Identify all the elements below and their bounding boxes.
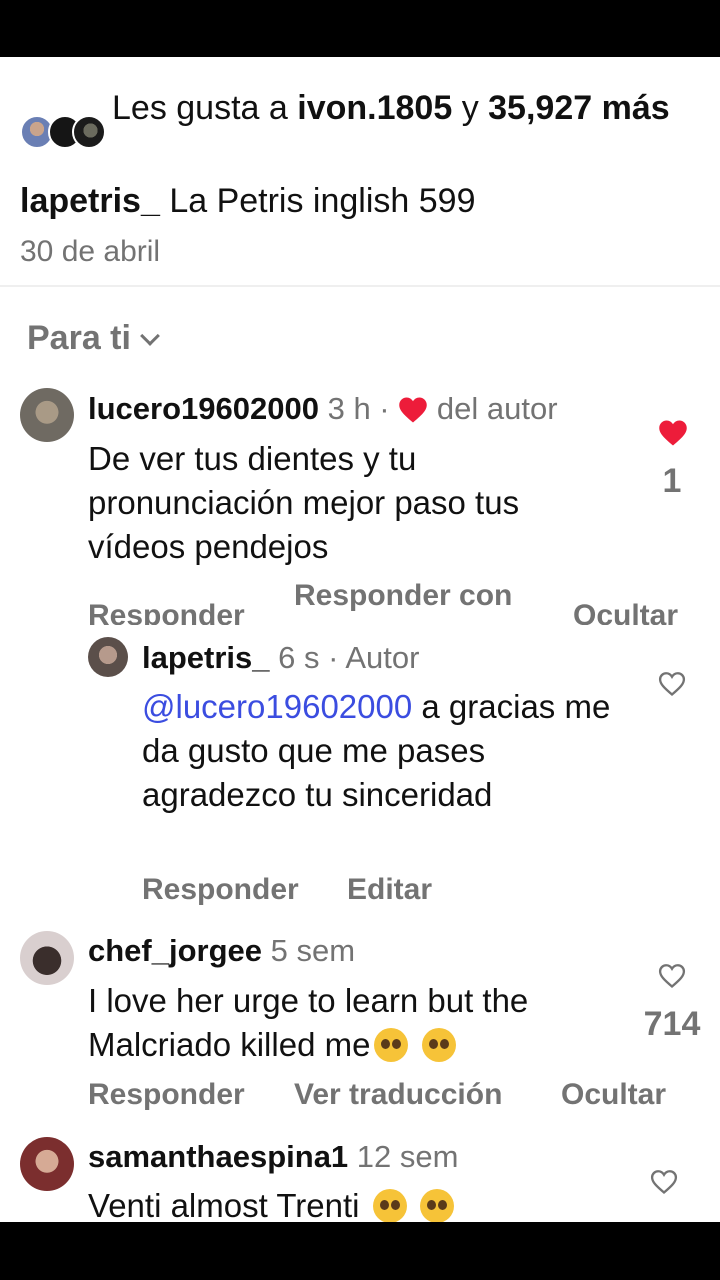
crying-emoji-icon (421, 1028, 456, 1062)
avatar[interactable] (88, 637, 128, 677)
reply-button[interactable]: Responder (88, 599, 245, 625)
likes-text: Les gusta a ivon.1805 y 35,927 más (112, 89, 670, 127)
comment-username[interactable]: lucero19602000 (88, 391, 319, 426)
edit-button[interactable]: Editar (347, 873, 432, 907)
comment-time: 5 sem (270, 933, 356, 968)
comment-text: Venti almost Trenti (88, 1184, 628, 1222)
hide-button[interactable]: Ocultar (573, 599, 678, 625)
comment-header: chef_jorgee 5 sem (88, 932, 355, 970)
liker-username[interactable]: ivon.1805 (297, 89, 452, 127)
reply-button[interactable]: Responder (88, 1078, 245, 1112)
avatar[interactable] (20, 931, 74, 985)
comment-username[interactable]: samanthaespina1 (88, 1139, 348, 1174)
pleading-emoji-icon (372, 1189, 407, 1222)
comment-text: De ver tus dientes y tu pronunciación me… (88, 440, 520, 565)
author-liked-badge: del autor (436, 391, 558, 426)
comment-username[interactable]: lapetris_ (142, 640, 270, 675)
heart-outline-icon[interactable] (658, 671, 686, 697)
heart-icon[interactable] (658, 419, 688, 447)
home-indicator-bar (0, 1222, 720, 1280)
comment-actions: Responder Responder con Ocultar (0, 577, 720, 625)
post-date: 30 de abril (20, 235, 161, 268)
avatar (72, 115, 106, 149)
chevron-down-icon (140, 325, 160, 346)
reply-with-button[interactable]: Responder con (294, 579, 512, 613)
comments-screen: Les gusta a ivon.1805 y 35,927 más lapet… (0, 57, 720, 1222)
post-caption: lapetris_ La Petris inglish 599 (20, 182, 476, 220)
divider (0, 285, 720, 287)
comment-username[interactable]: chef_jorgee (88, 933, 262, 968)
like-count: 1 (662, 462, 682, 500)
likes-count[interactable]: 35,927 (488, 89, 592, 127)
comment-time: 6 s · Autor (278, 640, 420, 675)
like-count: 714 (643, 1005, 701, 1043)
pleading-emoji-icon (419, 1189, 454, 1222)
comment-header: samanthaespina1 12 sem (88, 1138, 458, 1176)
avatar[interactable] (20, 1137, 74, 1191)
hide-button[interactable]: Ocultar (561, 1078, 666, 1112)
comment-time: 12 sem (356, 1139, 459, 1174)
post-username[interactable]: lapetris_ (20, 182, 160, 220)
translate-button[interactable]: Ver traducción (294, 1078, 502, 1112)
heart-outline-icon[interactable] (658, 963, 686, 989)
avatar[interactable] (20, 388, 74, 442)
crying-emoji-icon (374, 1028, 409, 1062)
comment-time: 3 h · (327, 391, 390, 426)
status-bar (0, 0, 720, 57)
liker-avatars (20, 115, 110, 151)
comment-text: I love her urge to learn but the Malcria… (88, 982, 529, 1063)
comment-header: lapetris_ 6 s · Autor (142, 639, 419, 677)
comment-sort-dropdown[interactable]: Para ti (27, 319, 160, 358)
likes-more[interactable]: más (602, 89, 670, 127)
heart-outline-icon[interactable] (650, 1169, 678, 1195)
mention-link[interactable]: @lucero19602000 (142, 688, 412, 725)
comment-header: lucero19602000 3 h · del autor (88, 390, 558, 428)
reply-button[interactable]: Responder (142, 873, 299, 907)
comment-text: @lucero19602000 a gracias me da gusto qu… (142, 688, 611, 813)
heart-icon (399, 397, 427, 423)
